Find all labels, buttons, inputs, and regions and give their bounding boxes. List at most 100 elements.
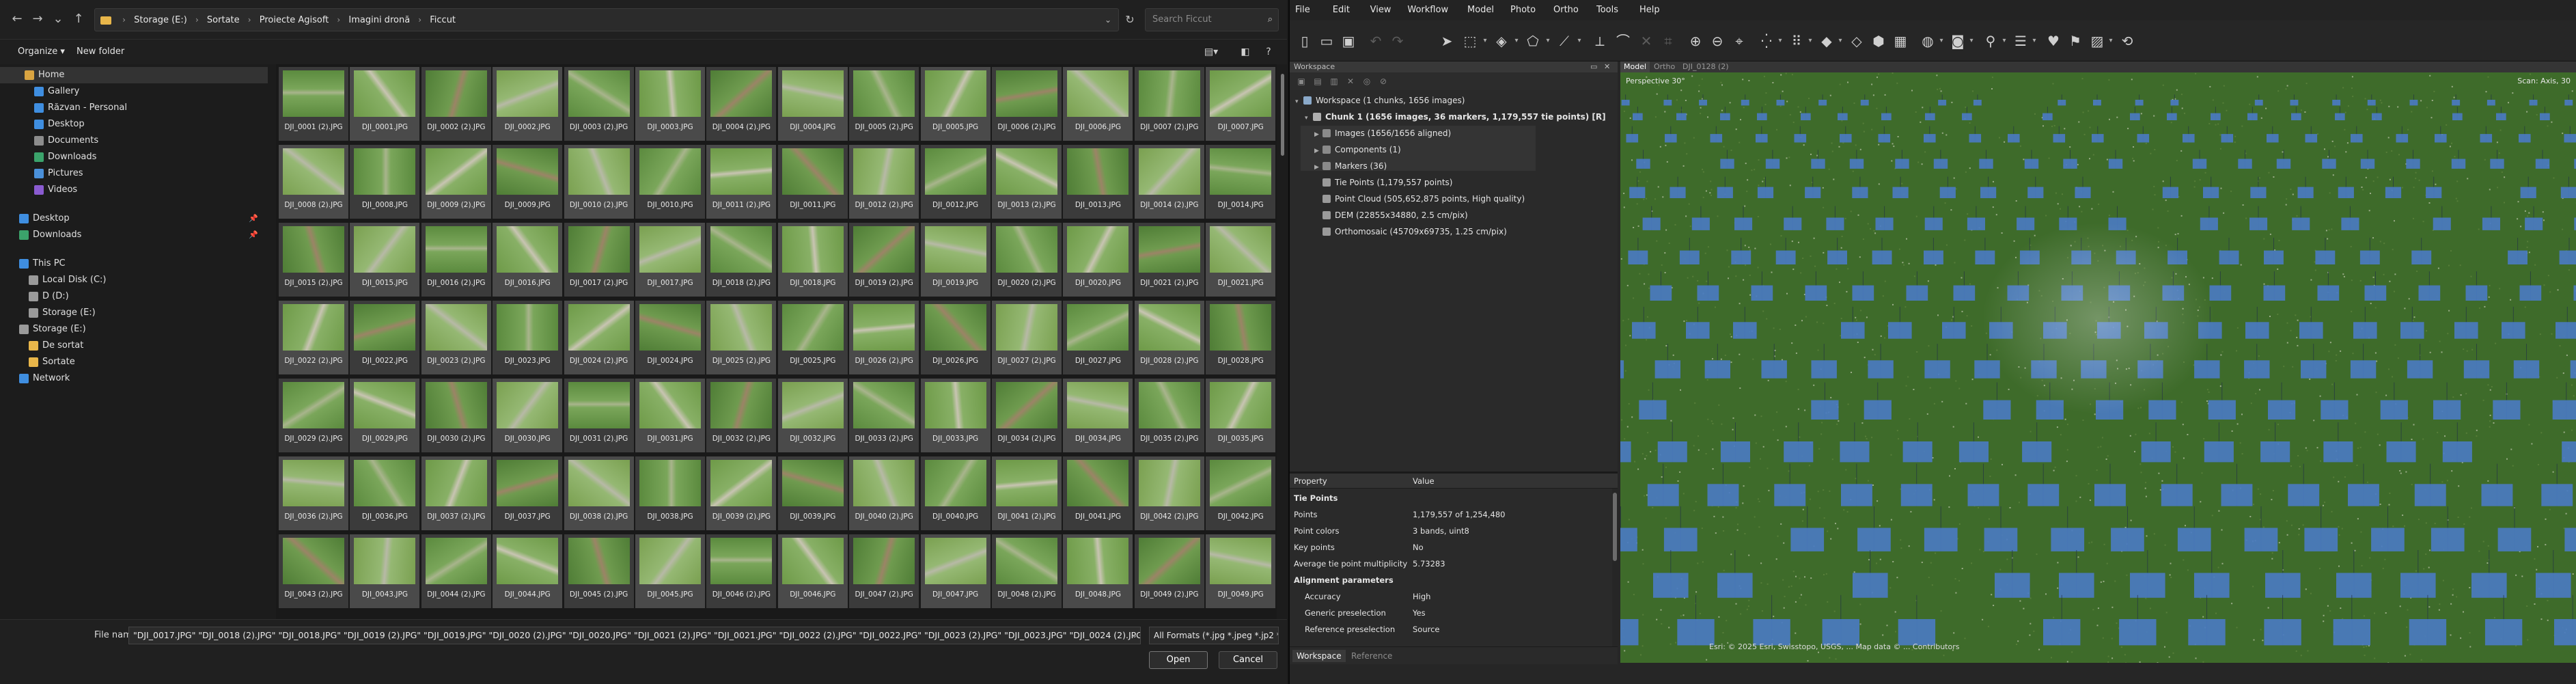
new-project-icon[interactable]: ▯ — [1295, 31, 1314, 51]
file-tile[interactable]: DJI_0043.JPG — [350, 534, 420, 608]
file-tile[interactable]: DJI_0012 (2).JPG — [849, 145, 919, 219]
nav-item[interactable]: Network — [0, 370, 268, 387]
file-tile[interactable]: DJI_0008.JPG — [350, 145, 420, 219]
nav-item[interactable]: Desktop — [0, 116, 268, 133]
chevron-down-icon[interactable]: ▾ — [1575, 31, 1583, 51]
undo-icon[interactable]: ↶ — [1366, 31, 1385, 51]
file-tile[interactable]: DJI_0019.JPG — [920, 223, 991, 297]
menu-model[interactable]: Model — [1467, 4, 1494, 16]
file-tile[interactable]: DJI_0009 (2).JPG — [421, 145, 491, 219]
file-tile[interactable]: DJI_0002.JPG — [493, 67, 563, 141]
tree-node[interactable]: ▾ Workspace (1 chunks, 1656 images) — [1295, 93, 1465, 108]
remove-icon[interactable]: ✕ — [1344, 75, 1357, 87]
show-tie-points-icon[interactable]: ♥ — [2044, 31, 2063, 51]
redo-icon[interactable]: ↷ — [1388, 31, 1407, 51]
file-tile[interactable]: DJI_0015 (2).JPG — [279, 223, 348, 297]
file-tile[interactable]: DJI_0036.JPG — [350, 456, 420, 530]
nav-item[interactable]: Videos — [0, 182, 268, 198]
file-name-input[interactable]: "DJI_0017.JPG" "DJI_0018 (2).JPG" "DJI_0… — [128, 627, 1141, 644]
show-basemap-icon[interactable]: ◍ — [1918, 31, 1937, 51]
show-images-icon[interactable]: ▨ — [2088, 31, 2107, 51]
file-tile[interactable]: DJI_0016.JPG — [493, 223, 563, 297]
draw-polygon-icon[interactable]: ⬠ — [1523, 31, 1542, 51]
chevron-down-icon[interactable]: ▾ — [1481, 31, 1489, 51]
nav-item[interactable]: Pictures — [0, 165, 268, 182]
new-folder-button[interactable]: New folder — [77, 44, 124, 59]
file-tile[interactable]: DJI_0020 (2).JPG — [992, 223, 1062, 297]
file-tile[interactable]: DJI_0004.JPG — [777, 67, 848, 141]
disable-icon[interactable]: ⊘ — [1377, 75, 1389, 87]
file-tile[interactable]: DJI_0038.JPG — [635, 456, 705, 530]
tab-model[interactable]: Model — [1620, 61, 1650, 72]
rotate-icon[interactable]: ⟲ — [2118, 31, 2137, 51]
property-row[interactable]: Reference preselection Source — [1290, 623, 1611, 636]
file-tile[interactable]: DJI_0011.JPG — [777, 145, 848, 219]
file-tile[interactable]: DJI_0014 (2).JPG — [1134, 145, 1204, 219]
nav-item[interactable]: Răzvan - Personal — [0, 100, 268, 116]
add-photos-icon[interactable]: ▤ — [1312, 75, 1324, 87]
navigation-cursor-icon[interactable]: ➤ — [1437, 31, 1456, 51]
menu-file[interactable]: File — [1295, 4, 1310, 16]
file-tile[interactable]: DJI_0032 (2).JPG — [706, 379, 777, 452]
file-tile[interactable]: DJI_0025 (2).JPG — [706, 301, 777, 374]
file-tile[interactable]: DJI_0049 (2).JPG — [1134, 534, 1204, 608]
nav-item[interactable]: Home — [0, 67, 268, 83]
value-column-header[interactable]: Value — [1413, 474, 1435, 489]
close-icon[interactable]: ✕ — [1604, 61, 1610, 72]
property-row[interactable]: Average tie point multiplicity 5.73283 — [1290, 557, 1611, 571]
chevron-down-icon[interactable]: ▾ — [1512, 31, 1521, 51]
file-tile[interactable]: DJI_0027.JPG — [1063, 301, 1133, 374]
nav-item[interactable]: This PC — [0, 256, 268, 272]
rectangle-selection-icon[interactable]: ⬚ — [1460, 31, 1480, 51]
up-button[interactable]: ↑ — [71, 11, 86, 27]
delete-selection-icon[interactable]: ✕ — [1637, 31, 1656, 51]
nav-item[interactable]: Sortate — [0, 354, 268, 370]
file-tile[interactable]: DJI_0039.JPG — [777, 456, 848, 530]
file-tile[interactable]: DJI_0018 (2).JPG — [706, 223, 777, 297]
zoom-in-icon[interactable]: ⊕ — [1686, 31, 1705, 51]
file-tile[interactable]: DJI_0032.JPG — [777, 379, 848, 452]
tab-reference[interactable]: Reference — [1347, 650, 1396, 662]
file-tile[interactable]: DJI_0017.JPG — [635, 223, 705, 297]
address-dropdown-icon[interactable]: ⌄ — [1100, 8, 1116, 31]
chevron-down-icon[interactable]: ⌄ — [1128, 627, 1141, 644]
undock-icon[interactable]: ▭ — [1590, 61, 1597, 72]
file-tile[interactable]: DJI_0041.JPG — [1063, 456, 1133, 530]
property-row[interactable]: Point colors 3 bands, uint8 — [1290, 524, 1611, 538]
file-tile[interactable]: DJI_0017 (2).JPG — [564, 223, 634, 297]
file-tile[interactable]: DJI_0043 (2).JPG — [279, 534, 348, 608]
organize-button[interactable]: Organize ▾ — [18, 44, 65, 59]
file-tile[interactable]: DJI_0046.JPG — [777, 534, 848, 608]
file-tile[interactable]: DJI_0010 (2).JPG — [564, 145, 634, 219]
menu-view[interactable]: View — [1370, 4, 1391, 16]
nav-item[interactable]: Local Disk (C:) — [0, 272, 268, 288]
file-tile[interactable]: DJI_0002 (2).JPG — [421, 67, 491, 141]
file-tile[interactable]: DJI_0012.JPG — [920, 145, 991, 219]
file-tile[interactable]: DJI_0003.JPG — [635, 67, 705, 141]
nav-item[interactable]: Documents — [0, 133, 268, 149]
pin-icon[interactable]: 📌 — [249, 210, 258, 227]
file-tile[interactable]: DJI_0006 (2).JPG — [992, 67, 1062, 141]
file-tile[interactable]: DJI_0028.JPG — [1206, 301, 1276, 374]
property-row[interactable]: Generic preselection Yes — [1290, 606, 1611, 620]
breadcrumb-item[interactable]: Proiecte Agisoft — [260, 10, 329, 31]
menu-photo[interactable]: Photo — [1510, 4, 1536, 16]
help-icon[interactable]: ? — [1260, 44, 1277, 59]
nav-item[interactable]: Storage (E:) — [0, 321, 268, 338]
model-viewport[interactable]: Model Ortho DJI_0128 (2) Perspective 30°… — [1620, 61, 2576, 663]
file-tile[interactable]: DJI_0030.JPG — [493, 379, 563, 452]
file-tile[interactable]: DJI_0010.JPG — [635, 145, 705, 219]
chevron-down-icon[interactable]: ▾ — [1544, 31, 1552, 51]
file-tile[interactable]: DJI_0005.JPG — [920, 67, 991, 141]
breadcrumb-item[interactable]: Sortate — [207, 10, 240, 31]
file-tile[interactable]: DJI_0016 (2).JPG — [421, 223, 491, 297]
show-markers-icon[interactable]: ⚲ — [1981, 31, 2000, 51]
file-tile[interactable]: DJI_0033.JPG — [920, 379, 991, 452]
forward-button[interactable]: → — [30, 11, 45, 27]
breadcrumb-item[interactable]: Storage (E:) — [134, 10, 187, 31]
file-tile[interactable]: DJI_0023 (2).JPG — [421, 301, 491, 374]
file-tile[interactable]: DJI_0011 (2).JPG — [706, 145, 777, 219]
file-tile[interactable]: DJI_0038 (2).JPG — [564, 456, 634, 530]
tab-workspace[interactable]: Workspace — [1292, 650, 1346, 662]
file-tile[interactable]: DJI_0044.JPG — [493, 534, 563, 608]
